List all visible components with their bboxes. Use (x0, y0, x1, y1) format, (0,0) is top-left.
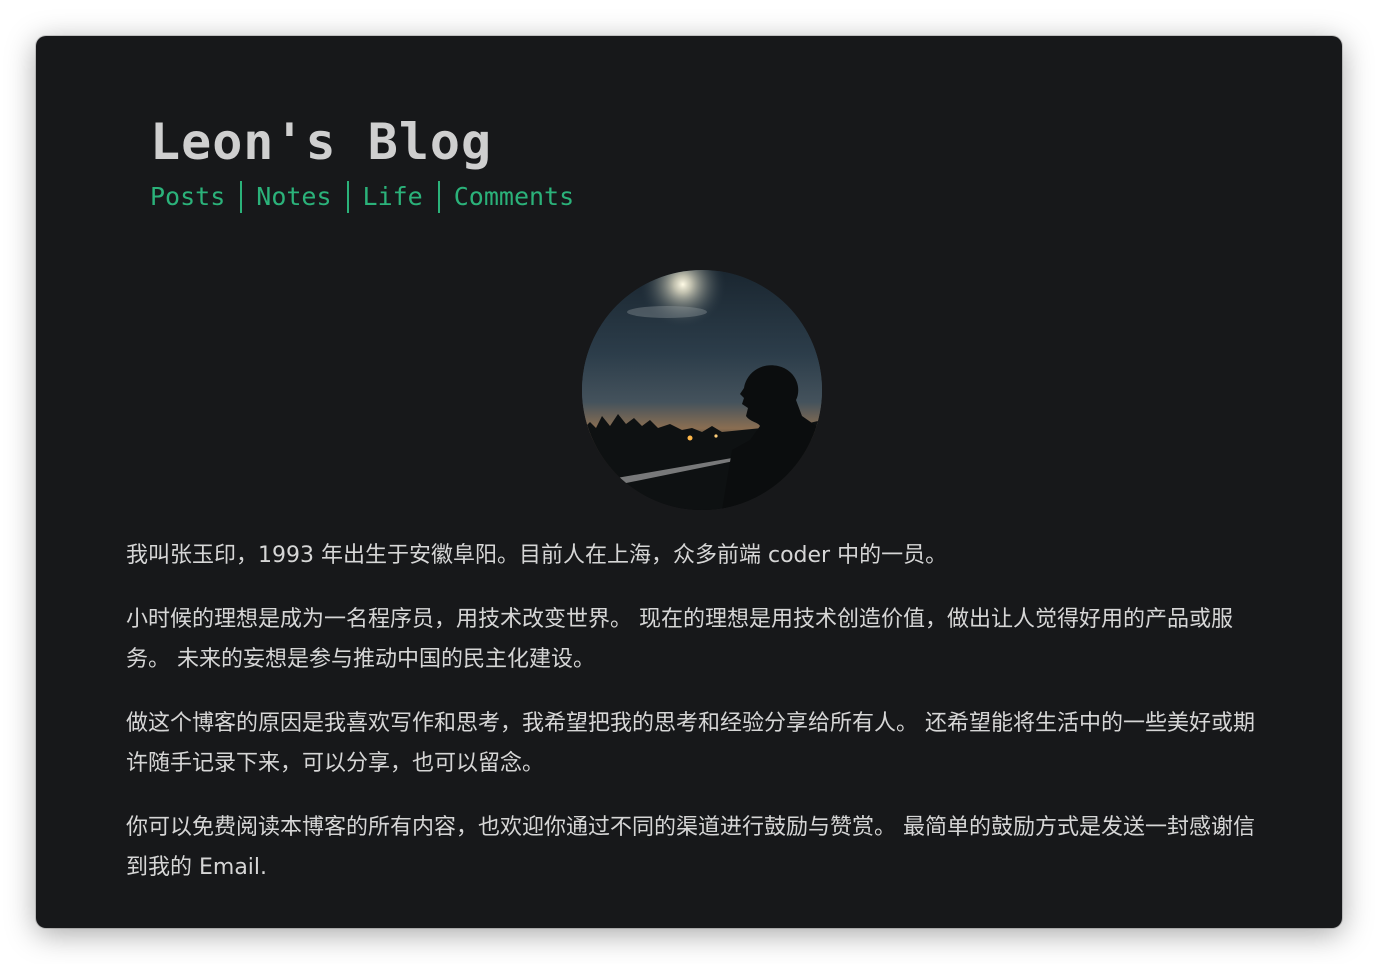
nav-life-link[interactable]: Life (363, 180, 423, 214)
avatar (582, 270, 822, 510)
nav-separator (240, 181, 243, 213)
about-section: 我叫张玉印，1993 年出生于安徽阜阳。目前人在上海，众多前端 coder 中的… (126, 536, 1272, 912)
main-nav: Posts Notes Life Comments (150, 180, 574, 214)
nav-comments-link[interactable]: Comments (454, 180, 574, 214)
site-title[interactable]: Leon's Blog (150, 110, 492, 174)
nav-separator (437, 181, 440, 213)
nav-posts-link[interactable]: Posts (150, 180, 225, 214)
about-paragraph-intro: 我叫张玉印，1993 年出生于安徽阜阳。目前人在上海，众多前端 coder 中的… (126, 543, 948, 568)
browser-window: Leon's Blog Posts Notes Life Comments 我叫… (36, 36, 1342, 928)
nav-separator (346, 181, 349, 213)
about-paragraph-ideals: 小时候的理想是成为一名程序员，用技术改变世界。 现在的理想是用技术创造价值，做出… (126, 607, 1233, 672)
about-paragraph-support: 你可以免费阅读本博客的所有内容，也欢迎你通过不同的渠道进行鼓励与赞赏。 最简单的… (126, 815, 1255, 880)
nav-notes-link[interactable]: Notes (256, 180, 331, 214)
avatar-night-silhouette-image (582, 270, 822, 510)
about-paragraph-reason: 做这个博客的原因是我喜欢写作和思考，我希望把我的思考和经验分享给所有人。 还希望… (126, 711, 1255, 776)
